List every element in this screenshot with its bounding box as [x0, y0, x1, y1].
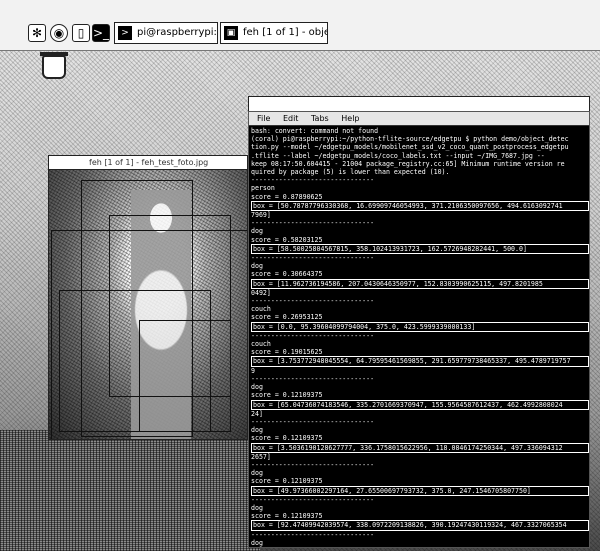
- terminal-line: dog: [251, 538, 263, 547]
- taskbar-status-strip: [0, 0, 600, 18]
- terminal-window[interactable]: File Edit Tabs Help bash: convert: comma…: [248, 111, 590, 548]
- terminal-line: -------------------------------: [251, 460, 375, 469]
- terminal-line: -------------------------------: [251, 374, 375, 383]
- raspberry-menu-icon[interactable]: ✻: [28, 24, 46, 42]
- terminal-icon: >: [118, 26, 132, 40]
- terminal-line: .tflite --label ~/edgetpu_models/coco_la…: [251, 151, 545, 160]
- task-label: pi@raspberrypi: ~/py/: [137, 27, 217, 38]
- terminal-line: box = [49.97366002297164, 27.65500697793…: [251, 485, 589, 496]
- terminal-line: box = [0.0, 95.39604099794004, 375.0, 42…: [251, 321, 589, 332]
- menu-edit[interactable]: Edit: [283, 114, 299, 123]
- image-viewer-window: feh [1 of 1] - feh_test_foto.jpg: [48, 155, 248, 440]
- terminal-line: keep 08:17:50.604415 - 21004 package_reg…: [251, 159, 565, 168]
- taskbar-task-terminal[interactable]: > pi@raspberrypi: ~/py/: [114, 22, 218, 44]
- terminal-line: box = [3.753772948045554, 64.79595461569…: [251, 356, 589, 367]
- image-viewer-title: feh [1 of 1] - feh_test_foto.jpg: [49, 156, 247, 170]
- trash-icon[interactable]: [40, 52, 68, 79]
- taskbar: ✻ ◉ ▯ >_ > pi@raspberrypi: ~/py/ ▣ feh […: [0, 0, 600, 51]
- menu-help[interactable]: Help: [341, 114, 359, 123]
- terminal-line: -------------------------------: [251, 219, 375, 228]
- terminal-output[interactable]: bash: convert: command not found (coral) …: [251, 127, 589, 547]
- terminal-line: 9: [251, 366, 255, 375]
- taskbar-task-image-viewer[interactable]: ▣ feh [1 of 1] - object_d...: [220, 22, 328, 44]
- terminal-line: score = 0.87890625: [251, 192, 323, 201]
- terminal-line: score = 0.30664375: [251, 270, 323, 279]
- terminal-line: score = 0.12109375: [251, 477, 323, 486]
- menu-file[interactable]: File: [257, 114, 270, 123]
- terminal-line: 7969]: [251, 211, 271, 220]
- terminal-line: box = [50.78787796330368, 16.69909746054…: [251, 200, 589, 212]
- menu-tabs[interactable]: Tabs: [311, 114, 329, 123]
- terminal-line: -------------------------------: [251, 297, 375, 306]
- terminal-line: score = 0.26953125: [251, 313, 323, 322]
- terminal-line: (coral) pi@raspberrypi:~/python-tflite-s…: [251, 135, 569, 144]
- terminal-line: -------------------------------: [251, 417, 375, 426]
- terminal-line: score = 0.12109375: [251, 512, 323, 521]
- terminal-line: score = 0.12109375: [251, 434, 323, 443]
- terminal-titlebar[interactable]: [248, 96, 590, 112]
- terminal-line: box = [58.50025804567815, 358.1024139317…: [251, 243, 589, 255]
- detection-photo: [49, 170, 247, 439]
- terminal-line: -------------------------------: [251, 176, 375, 185]
- terminal-line: -------------------------------: [251, 254, 375, 263]
- terminal-line: score = 0.12109375: [251, 391, 323, 400]
- terminal-line: dog: [251, 262, 263, 271]
- terminal-line: dog: [251, 503, 263, 512]
- terminal-line: box = [11.962736194586, 207.043064635097…: [251, 278, 589, 289]
- terminal-line: score = 0.58203125: [251, 235, 323, 244]
- image-viewer-icon: ▣: [224, 26, 238, 40]
- task-label: feh [1 of 1] - object_d...: [243, 27, 327, 38]
- terminal-line: couch: [251, 340, 271, 349]
- terminal-line: dog: [251, 227, 263, 236]
- terminal-line: 2657]: [251, 452, 271, 461]
- terminal-line: tion.py --model ~/edgetpu_models/mobilen…: [251, 143, 569, 152]
- terminal-line: dog: [251, 426, 263, 435]
- terminal-line: score = 0.12109375: [251, 547, 589, 548]
- terminal-line: person: [251, 184, 275, 193]
- desktop-background-ground: [0, 430, 260, 551]
- terminal-line: couch: [251, 305, 271, 314]
- terminal-launcher-icon[interactable]: >_: [92, 24, 110, 42]
- terminal-line: score = 0.19015625: [251, 348, 323, 357]
- terminal-line: -------------------------------: [251, 495, 375, 504]
- terminal-line: quired by package (5) is lower than expe…: [251, 168, 450, 177]
- terminal-line: dog: [251, 383, 263, 392]
- file-manager-icon[interactable]: ▯: [72, 24, 90, 42]
- terminal-line: box = [3.5036190128627777, 336.175801562…: [251, 442, 589, 453]
- browser-icon[interactable]: ◉: [50, 24, 68, 42]
- terminal-line: 24]: [251, 409, 263, 418]
- terminal-line: bash: convert: command not found: [251, 127, 379, 135]
- terminal-line: -------------------------------: [251, 530, 375, 539]
- terminal-line: dog: [251, 469, 263, 478]
- terminal-line: box = [65.04736074183546, 335.2701669370…: [251, 399, 589, 410]
- terminal-line: box = [92.47409942039574, 338.0972209138…: [251, 520, 589, 531]
- terminal-line: 0492]: [251, 288, 271, 297]
- bounding-box-dog: [139, 320, 231, 432]
- terminal-line: -------------------------------: [251, 331, 375, 340]
- terminal-menubar: File Edit Tabs Help: [249, 112, 589, 126]
